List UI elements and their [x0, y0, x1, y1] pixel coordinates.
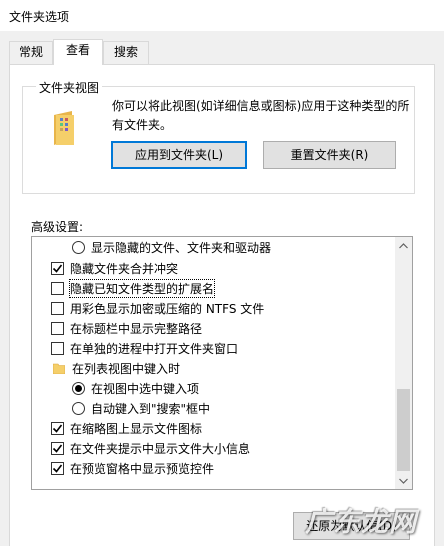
- checkbox[interactable]: [51, 341, 64, 355]
- folder-views-description: 你可以将此视图(如详细信息或图标)应用于这种类型的所有文件夹。: [112, 99, 410, 132]
- list-item[interactable]: 在标题栏中显示完整路径: [51, 318, 202, 338]
- list-item-label: 在文件夹提示中显示文件大小信息: [70, 441, 251, 456]
- checkbox[interactable]: [51, 281, 64, 295]
- checkbox[interactable]: [51, 441, 64, 455]
- advanced-settings-label: 高级设置:: [31, 220, 84, 234]
- checkbox[interactable]: [51, 321, 64, 335]
- list-item[interactable]: 隐藏文件夹合并冲突: [51, 258, 178, 278]
- folder-views-label: 文件夹视图: [36, 79, 103, 96]
- list-item[interactable]: 在缩略图上显示文件图标: [51, 418, 202, 438]
- window-title: 文件夹选项: [9, 10, 70, 24]
- folder-view-icon: [54, 111, 74, 145]
- list-item[interactable]: 在视图中选中键入项: [72, 378, 199, 398]
- list-item-label: 在缩略图上显示文件图标: [70, 421, 203, 436]
- list-item-label: 在列表视图中键入时: [72, 361, 181, 376]
- title-bar: 文件夹选项: [0, 0, 444, 31]
- tab-view[interactable]: 查看: [53, 39, 103, 65]
- list-item[interactable]: 隐藏已知文件类型的扩展名: [51, 278, 216, 298]
- list-item[interactable]: 显示隐藏的文件、文件夹和驱动器: [72, 237, 271, 257]
- scroll-down-button[interactable]: [395, 472, 412, 489]
- list-item-label: 隐藏已知文件类型的扩展名: [68, 278, 216, 298]
- radio-button[interactable]: [72, 381, 85, 395]
- list-item-label: 自动键入到"搜索"框中: [91, 401, 211, 416]
- scroll-up-button[interactable]: [395, 237, 412, 254]
- checkbox[interactable]: [51, 261, 64, 275]
- radio-button[interactable]: [72, 401, 85, 415]
- checkmark-icon: [52, 464, 63, 473]
- list-item[interactable]: 用彩色显示加密或压缩的 NTFS 文件: [51, 298, 264, 318]
- list-item[interactable]: 在文件夹提示中显示文件大小信息: [51, 438, 250, 458]
- list-item[interactable]: 自动键入到"搜索"框中: [72, 398, 210, 418]
- folder-icon: [53, 363, 65, 374]
- checkmark-icon: [52, 444, 63, 453]
- list-item[interactable]: 在单独的进程中打开文件夹窗口: [51, 338, 238, 358]
- advanced-settings-list[interactable]: 显示隐藏的文件、文件夹和驱动器 隐藏文件夹合并冲突 隐藏已知文件类型的扩展名 用…: [31, 236, 413, 490]
- apply-to-folders-button[interactable]: 应用到文件夹(L): [111, 141, 247, 169]
- list-item: 在列表视图中键入时: [53, 358, 180, 378]
- chevron-down-icon: [399, 478, 408, 484]
- list-item-label: 在标题栏中显示完整路径: [70, 321, 203, 336]
- checkbox[interactable]: [51, 301, 64, 315]
- checkmark-icon: [52, 264, 63, 273]
- list-item-label: 显示隐藏的文件、文件夹和驱动器: [91, 240, 272, 255]
- watermark: 广东龙网: [305, 507, 417, 538]
- scroll-thumb[interactable]: [397, 389, 410, 471]
- list-item-label: 在预览窗格中显示预览控件: [70, 461, 215, 476]
- list-item-label: 用彩色显示加密或压缩的 NTFS 文件: [70, 301, 265, 316]
- list-item-label: 在单独的进程中打开文件夹窗口: [70, 341, 239, 356]
- list-item-label: 隐藏文件夹合并冲突: [70, 261, 179, 276]
- reset-folders-button[interactable]: 重置文件夹(R): [263, 141, 396, 169]
- checkbox[interactable]: [51, 461, 64, 475]
- chevron-up-icon: [399, 242, 408, 248]
- checkbox[interactable]: [51, 421, 64, 435]
- tab-search[interactable]: 搜索: [103, 41, 149, 64]
- checkmark-icon: [52, 424, 63, 433]
- list-item-label: 在视图中选中键入项: [91, 381, 200, 396]
- tab-general[interactable]: 常规: [9, 41, 53, 64]
- vertical-scrollbar[interactable]: [395, 237, 412, 489]
- list-item[interactable]: 在预览窗格中显示预览控件: [51, 458, 214, 478]
- radio-button[interactable]: [72, 240, 85, 254]
